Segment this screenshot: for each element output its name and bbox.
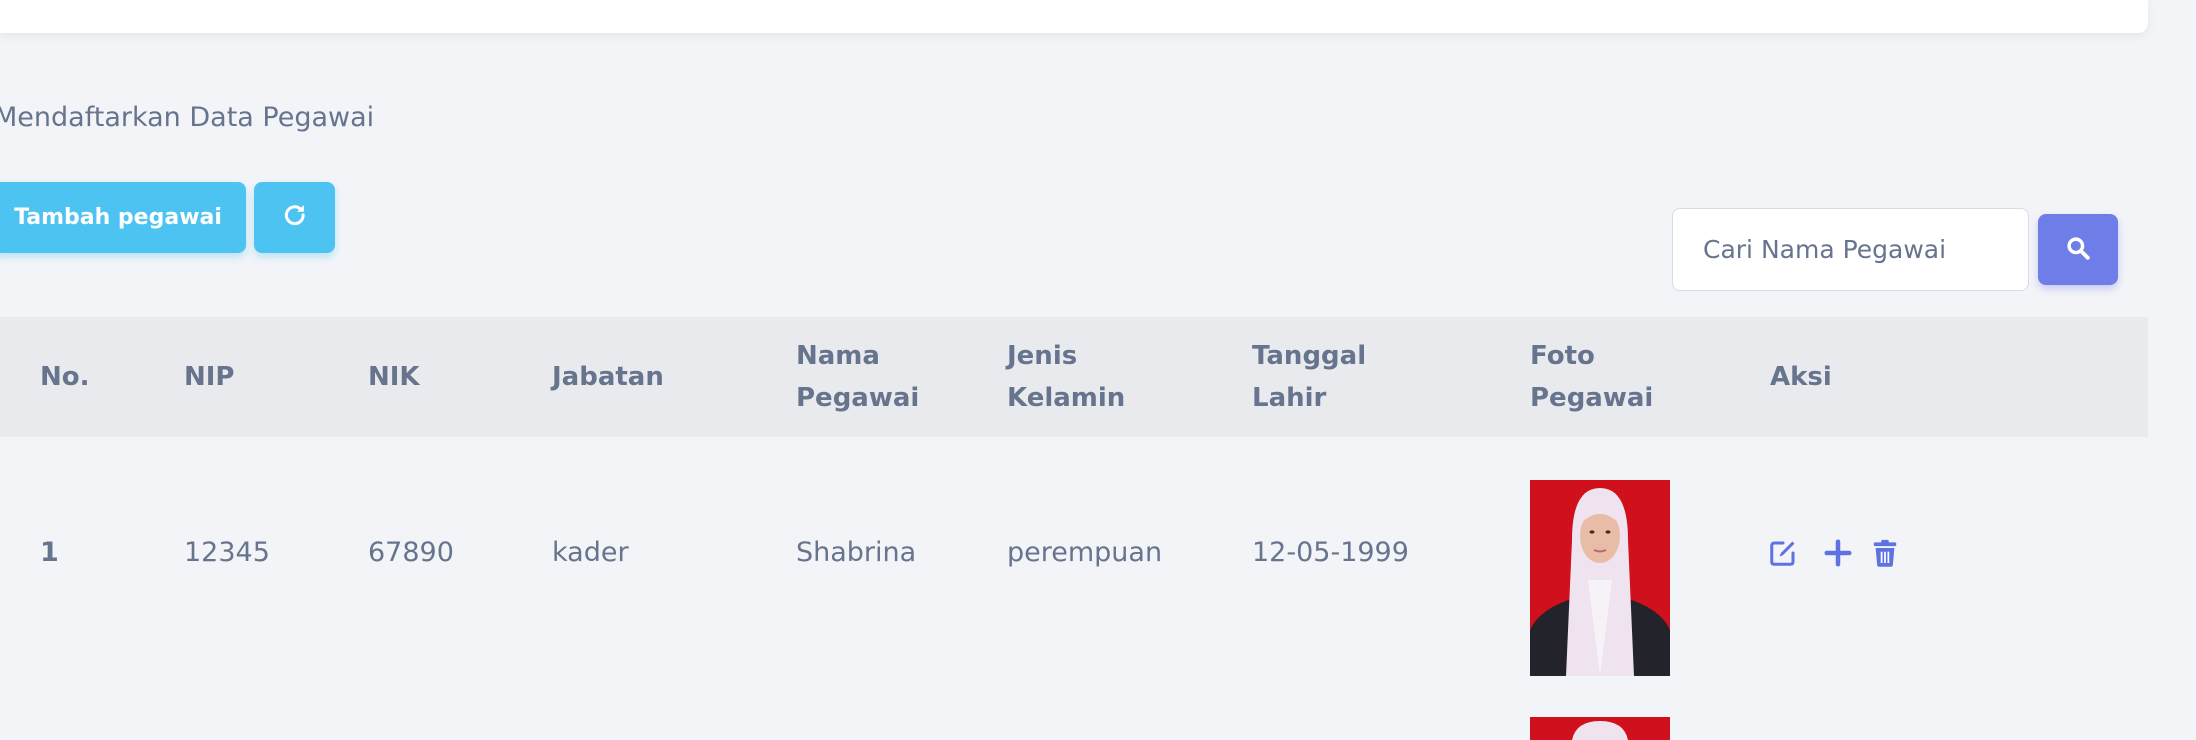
header-foto-pegawai: Foto Pegawai xyxy=(1530,317,1653,437)
header-tgl-line1: Tanggal xyxy=(1252,341,1367,371)
edit-icon[interactable] xyxy=(1768,538,1798,568)
header-nama-line2: Pegawai xyxy=(796,383,920,413)
page-subtitle: Mendaftarkan Data Pegawai xyxy=(0,102,375,133)
plus-icon[interactable] xyxy=(1823,538,1853,568)
cell-tanggal-lahir: 12-05-1999 xyxy=(1252,536,1409,568)
header-tanggal-lahir: Tanggal Lahir xyxy=(1252,317,1366,437)
header-jk-line2: Kelamin xyxy=(1007,383,1126,413)
search-input[interactable] xyxy=(1672,208,2029,291)
top-card xyxy=(0,0,2148,33)
refresh-icon xyxy=(281,202,309,234)
header-jenis-kelamin: Jenis Kelamin xyxy=(1007,317,1125,437)
table-header: No. NIP NIK Jabatan Nama Pegawai Jenis K… xyxy=(0,317,2148,437)
trash-icon[interactable] xyxy=(1870,538,1900,568)
cell-nama: Shabrina xyxy=(796,536,917,568)
add-employee-button[interactable]: Tambah pegawai xyxy=(0,182,246,253)
employee-photo xyxy=(1530,717,1670,740)
header-jk-line1: Jenis xyxy=(1007,341,1078,371)
cell-jenis-kelamin: perempuan xyxy=(1007,536,1163,568)
employee-photo xyxy=(1530,480,1670,676)
header-foto-line2: Pegawai xyxy=(1530,383,1654,413)
table-row: 1 12345 67890 kader Shabrina perempuan 1… xyxy=(0,437,2148,717)
cell-nik: 67890 xyxy=(368,536,454,568)
header-nik: NIK xyxy=(368,362,420,392)
header-no: No. xyxy=(40,362,90,392)
header-foto-line1: Foto xyxy=(1530,341,1595,371)
header-jabatan: Jabatan xyxy=(552,362,664,392)
cell-nip: 12345 xyxy=(184,536,270,568)
cell-no: 1 xyxy=(40,536,59,568)
header-tgl-line2: Lahir xyxy=(1252,383,1327,413)
header-aksi: Aksi xyxy=(1770,362,1832,392)
search-icon xyxy=(2065,235,2091,264)
cell-jabatan: kader xyxy=(552,536,629,568)
search-button[interactable] xyxy=(2038,214,2118,285)
refresh-button[interactable] xyxy=(254,182,335,253)
header-nip: NIP xyxy=(184,362,235,392)
header-nama-line1: Nama xyxy=(796,341,880,371)
header-nama-pegawai: Nama Pegawai xyxy=(796,317,919,437)
